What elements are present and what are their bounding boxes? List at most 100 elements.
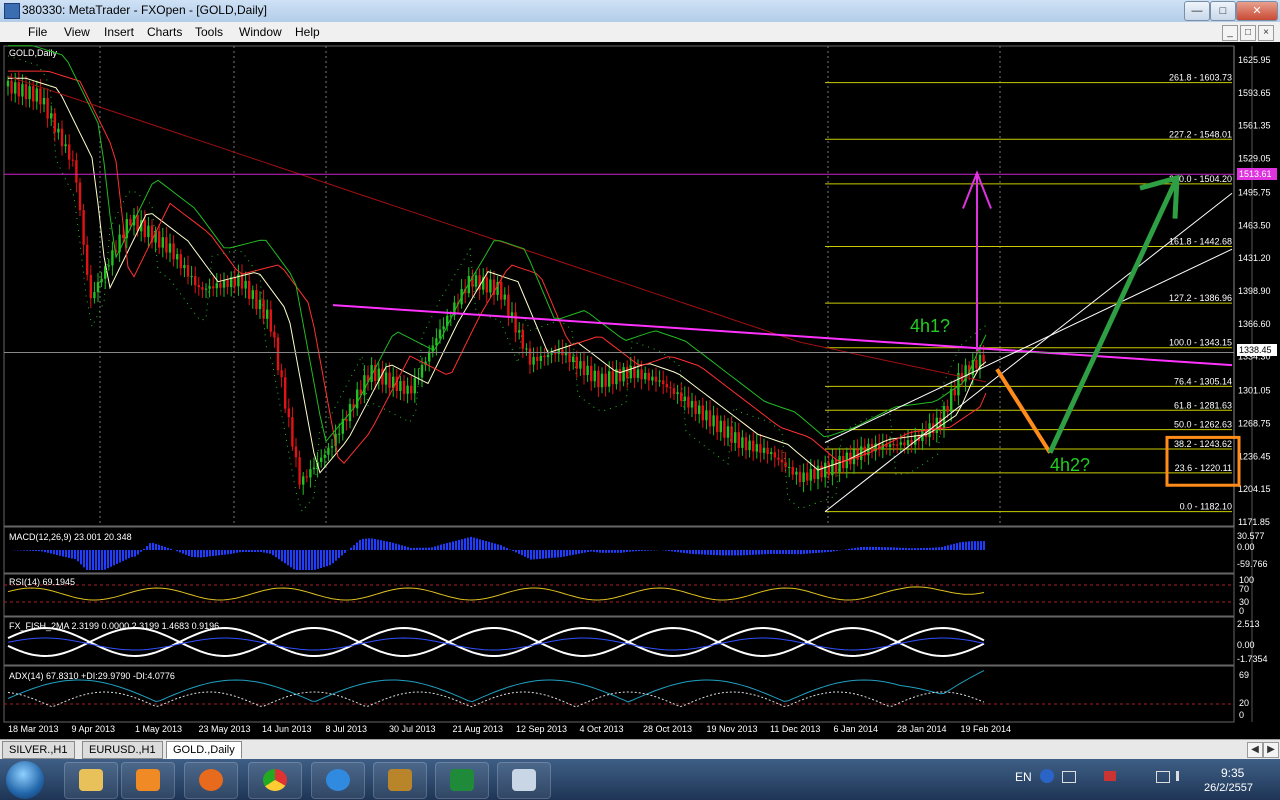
macd-histogram-bar	[317, 550, 319, 569]
tab-eurusd-h1[interactable]: EURUSD.,H1	[82, 741, 163, 759]
candle-body	[824, 462, 827, 478]
candle-body	[741, 437, 744, 448]
menu-file[interactable]: File	[28, 25, 47, 39]
candle-body	[834, 459, 838, 472]
metatrader-taskbar-button[interactable]	[373, 762, 427, 799]
macd-histogram-bar	[821, 550, 823, 553]
chart-window[interactable]: GOLD,Daily 1625.95 1593.65 1561.35 1529.05 1…	[0, 42, 1280, 739]
price-scale-label: 1431.20	[1238, 253, 1271, 263]
adx-pane[interactable]: ADX(14) 67.8310 +DI:29.9790 -DI:4.0776 6…	[3, 665, 1249, 723]
moving-average-line	[8, 70, 987, 464]
fib-level-label: 38.2 - 1243.62	[1174, 439, 1232, 449]
chart-close-button[interactable]: ×	[1258, 25, 1274, 41]
price-scale-label: 1593.65	[1238, 88, 1271, 98]
candle-body	[420, 364, 424, 378]
action-center-icon[interactable]	[1104, 771, 1116, 781]
candle-body	[305, 476, 308, 478]
time-scale-label: 23 May 2013	[199, 724, 251, 734]
clock-date[interactable]: 26/2/2557	[1204, 782, 1253, 794]
candle-body	[608, 371, 611, 387]
fib-level-label: 76.4 - 1305.14	[1174, 376, 1232, 386]
media-player-taskbar-button[interactable]	[121, 762, 175, 799]
folder-icon	[79, 769, 103, 791]
paint-taskbar-button[interactable]	[497, 762, 551, 799]
macd-histogram-bar	[218, 550, 220, 556]
macd-histogram-bar	[683, 550, 685, 553]
macd-histogram-bar	[302, 550, 304, 570]
macd-histogram-bar	[614, 550, 616, 553]
help-icon[interactable]	[1040, 769, 1054, 783]
explorer-taskbar-button[interactable]	[64, 762, 118, 799]
tab-scroll-right-button[interactable]: ▶	[1263, 742, 1279, 758]
tab-silver-h1[interactable]: SILVER.,H1	[2, 741, 75, 759]
chart-restore-button[interactable]: □	[1240, 25, 1256, 41]
menu-help[interactable]: Help	[295, 25, 320, 39]
candle-body	[111, 250, 114, 266]
macd-histogram-bar	[632, 550, 634, 552]
candle-body	[388, 372, 391, 388]
menu-tools[interactable]: Tools	[195, 25, 223, 39]
macd-histogram-bar	[371, 538, 373, 550]
macd-histogram-bar	[617, 550, 619, 553]
tab-gold-daily[interactable]: GOLD.,Daily	[166, 741, 242, 759]
candle-body	[89, 274, 92, 299]
excel-taskbar-button[interactable]	[435, 762, 489, 799]
maximize-button[interactable]: □	[1210, 1, 1236, 21]
candle-body	[953, 389, 956, 396]
display-icon[interactable]	[1156, 771, 1170, 783]
candle-body	[712, 415, 715, 427]
macd-histogram-bar	[419, 547, 421, 550]
close-button[interactable]: ✕	[1236, 1, 1278, 21]
macd-histogram-bar	[230, 550, 232, 554]
macd-histogram-bar	[674, 550, 676, 552]
menu-window[interactable]: Window	[239, 25, 282, 39]
macd-pane[interactable]: MACD(12,26,9) 23.001 20.348 30.577 0.00 …	[3, 526, 1268, 574]
start-button[interactable]	[6, 761, 44, 799]
rsi-pane[interactable]: RSI(14) 69.1945 100 70 30 0	[3, 573, 1254, 617]
price-chart[interactable]: GOLD,Daily 1625.951593.651561.351529.051…	[0, 42, 1280, 739]
chrome-taskbar-button[interactable]	[248, 762, 302, 799]
macd-histogram-bar	[452, 541, 454, 550]
macd-histogram-bar	[23, 550, 25, 551]
internet-explorer-taskbar-button[interactable]	[311, 762, 365, 799]
language-indicator[interactable]: EN	[1015, 770, 1032, 784]
macd-histogram-bar	[830, 550, 832, 552]
macd-histogram-bar	[179, 550, 181, 553]
tab-scroll-left-button[interactable]: ◀	[1247, 742, 1263, 758]
menu-view[interactable]: View	[64, 25, 90, 39]
macd-histogram-bar	[548, 550, 550, 559]
firefox-taskbar-button[interactable]	[184, 762, 238, 799]
candle-body	[219, 283, 222, 288]
candle-body	[766, 447, 769, 455]
window-title: 380330: MetaTrader - FXOpen - [GOLD,Dail…	[22, 3, 267, 17]
macd-histogram-bar	[947, 545, 949, 550]
fisher-pane[interactable]: FX_FISH_2MA 2.3199 0.0000 2.3199 1.4683 …	[3, 616, 1268, 666]
candle-body	[593, 370, 596, 382]
candle-body	[816, 465, 820, 480]
clock-time[interactable]: 9:35	[1221, 766, 1244, 780]
minimize-button[interactable]: —	[1184, 1, 1210, 21]
candle-body	[809, 468, 812, 481]
candle-body	[820, 465, 823, 478]
candle-body	[665, 384, 668, 388]
menu-insert[interactable]: Insert	[104, 25, 134, 39]
macd-histogram-bar	[140, 550, 142, 552]
macd-histogram-bar	[581, 550, 583, 554]
time-scale-label: 14 Jun 2013	[262, 724, 312, 734]
chart-minimize-button[interactable]: _	[1222, 25, 1238, 41]
macd-histogram-bar	[53, 550, 55, 555]
macd-histogram-bar	[431, 547, 433, 550]
time-scale-label: 11 Dec 2013	[770, 724, 820, 734]
macd-histogram-bar	[923, 547, 925, 550]
macd-histogram-bar	[890, 547, 892, 550]
macd-histogram-bar	[572, 550, 574, 555]
candle-body	[503, 294, 506, 300]
menu-charts[interactable]: Charts	[147, 25, 182, 39]
volume-icon[interactable]	[1176, 771, 1191, 781]
macd-histogram-bar	[611, 550, 613, 553]
candle-body	[251, 290, 254, 299]
macd-histogram-bar	[980, 541, 982, 550]
macd-histogram-bar	[194, 550, 196, 558]
macd-histogram-bar	[983, 541, 985, 550]
network-icon[interactable]	[1062, 771, 1076, 783]
